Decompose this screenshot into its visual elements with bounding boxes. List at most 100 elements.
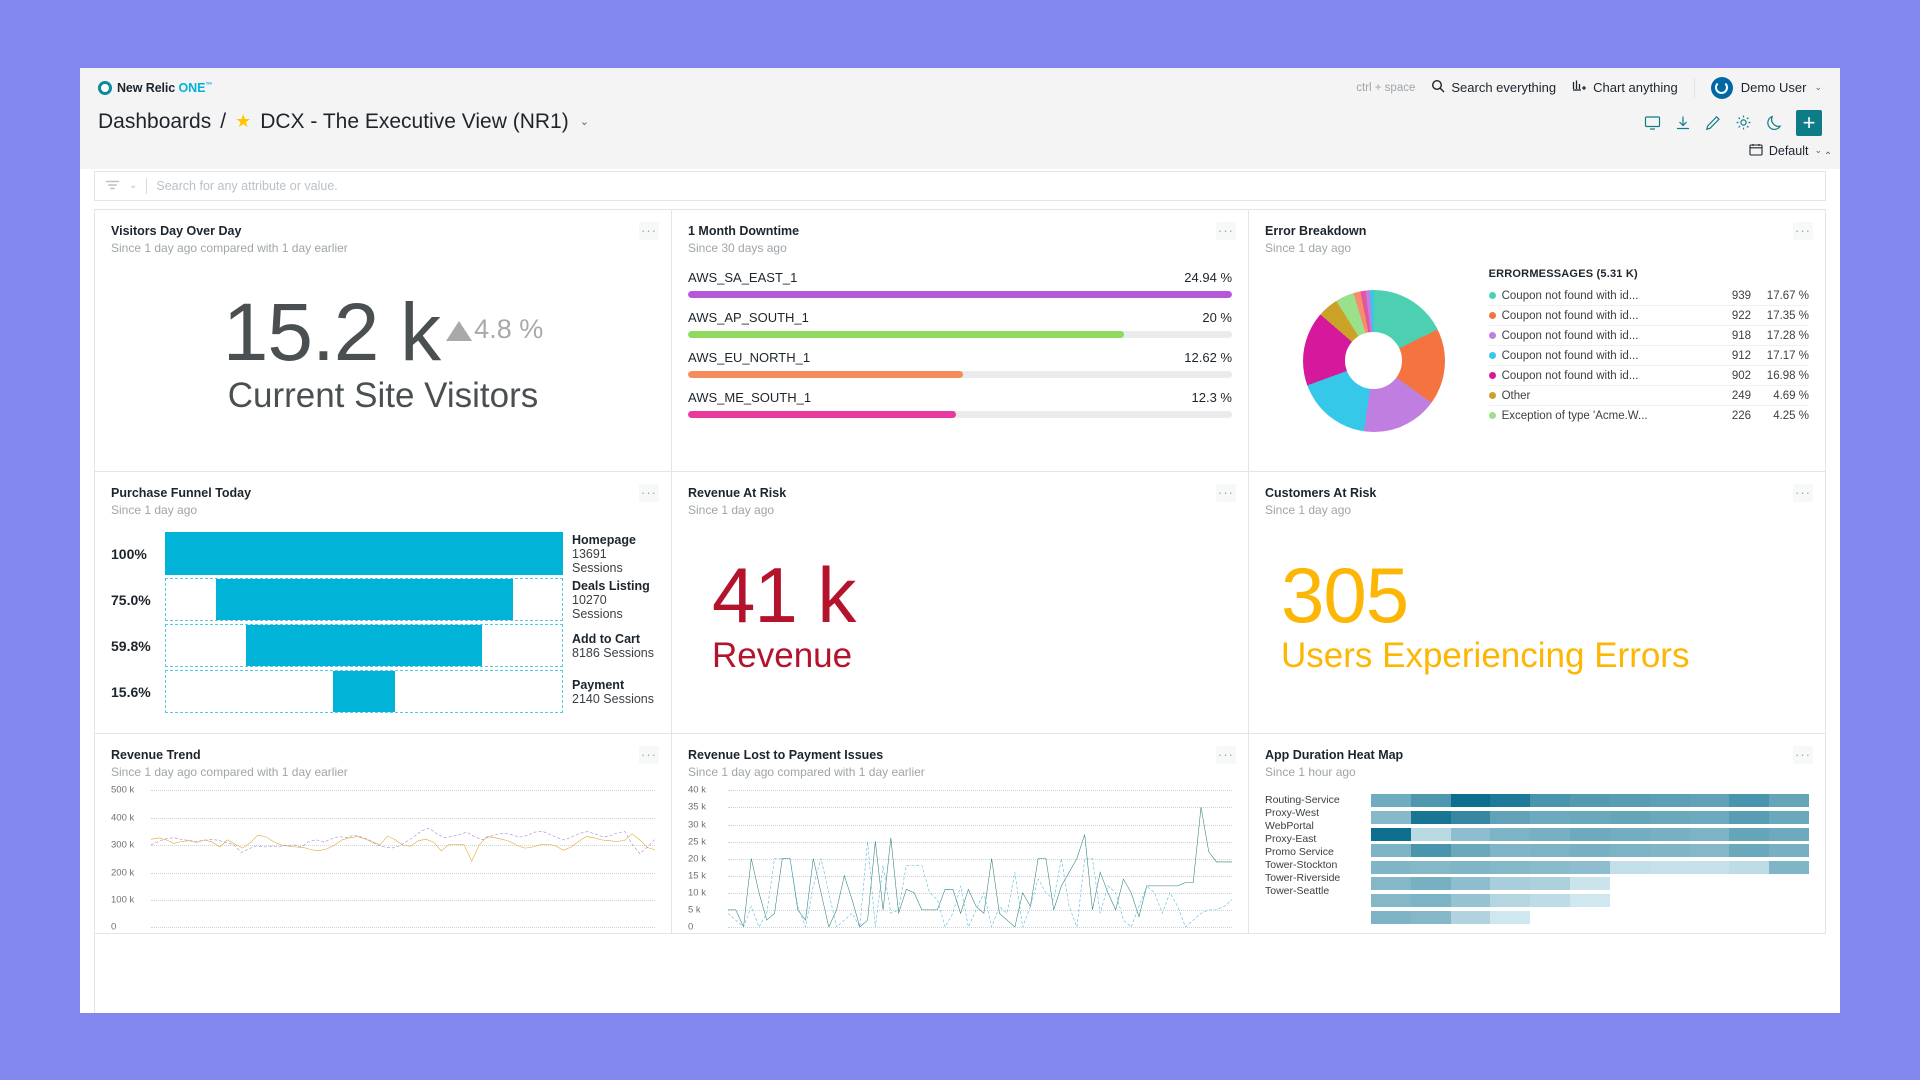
heatmap-cell[interactable] xyxy=(1450,894,1491,908)
widget-menu-button[interactable]: ··· xyxy=(1216,221,1236,240)
heatmap-cell[interactable] xyxy=(1530,827,1571,841)
heatmap-cell[interactable] xyxy=(1649,827,1690,841)
heatmap-cell[interactable] xyxy=(1410,827,1451,841)
heatmap-cell[interactable] xyxy=(1410,810,1451,824)
time-range-default-selector[interactable]: Default ⌄ xyxy=(1749,143,1822,159)
gear-settings-icon[interactable] xyxy=(1735,114,1752,131)
funnel-row[interactable]: 15.6% Payment 2140 Sessions xyxy=(111,670,655,714)
page-title[interactable]: DCX - The Executive View (NR1) xyxy=(260,110,569,134)
widget-menu-button[interactable]: ··· xyxy=(639,483,659,502)
heatmap-cell[interactable] xyxy=(1769,810,1809,824)
widget-menu-button[interactable]: ··· xyxy=(1793,745,1813,764)
heatmap-cell[interactable] xyxy=(1769,794,1809,808)
legend-row[interactable]: Coupon not found with id... 918 17.28 % xyxy=(1488,325,1809,345)
heatmap-cell[interactable] xyxy=(1690,894,1730,907)
collapse-header-button[interactable]: ⌃ xyxy=(1820,149,1836,165)
heatmap-cell[interactable] xyxy=(1610,877,1650,890)
heatmap-cell[interactable] xyxy=(1570,810,1610,824)
heatmap-cell[interactable] xyxy=(1530,810,1571,824)
heatmap-cell[interactable] xyxy=(1649,860,1690,874)
heatmap-cell[interactable] xyxy=(1769,894,1809,907)
downtime-bar-row[interactable]: AWS_ME_SOUTH_1 12.3 % xyxy=(688,390,1232,419)
heatmap-cell[interactable] xyxy=(1490,794,1531,808)
heatmap-cell[interactable] xyxy=(1490,877,1531,891)
heatmap-cell[interactable] xyxy=(1729,860,1770,874)
legend-row[interactable]: Coupon not found with id... 902 16.98 % xyxy=(1488,365,1809,385)
breadcrumb-dashboards-link[interactable]: Dashboards xyxy=(98,110,211,134)
heatmap-cell[interactable] xyxy=(1689,844,1730,858)
heatmap-cell[interactable] xyxy=(1689,827,1730,841)
funnel-row[interactable]: 100% Homepage 13691 Sessions xyxy=(111,532,655,576)
heatmap-cell[interactable] xyxy=(1450,810,1491,824)
filter-funnel-icon[interactable] xyxy=(105,179,120,192)
chart-anything-button[interactable]: Chart anything xyxy=(1572,79,1678,96)
heatmap-cell[interactable] xyxy=(1729,844,1770,858)
heatmap-cell[interactable] xyxy=(1690,911,1730,924)
donut-chart[interactable] xyxy=(1302,289,1445,432)
favorite-star-icon[interactable]: ★ xyxy=(235,111,251,132)
heatmap-cell[interactable] xyxy=(1769,911,1809,924)
heatmap-cell[interactable] xyxy=(1530,894,1571,908)
heatmap-cell[interactable] xyxy=(1371,910,1411,924)
heatmap-cell[interactable] xyxy=(1609,844,1650,858)
heatmap-cell[interactable] xyxy=(1729,827,1770,841)
heatmap-cell[interactable] xyxy=(1450,877,1491,891)
heatmap-cell[interactable] xyxy=(1530,911,1570,924)
new-relic-one-logo[interactable]: New Relic ONE™ xyxy=(98,80,212,95)
widget-menu-button[interactable]: ··· xyxy=(639,745,659,764)
heatmap-cell[interactable] xyxy=(1450,910,1491,924)
heatmap-cell[interactable] xyxy=(1410,860,1451,874)
heatmap-cell[interactable] xyxy=(1410,910,1451,924)
heatmap-cell[interactable] xyxy=(1570,827,1610,841)
edit-pencil-icon[interactable] xyxy=(1705,115,1721,131)
heatmap-cell[interactable] xyxy=(1570,860,1610,874)
funnel-row[interactable]: 59.8% Add to Cart 8186 Sessions xyxy=(111,624,655,668)
heatmap-cell[interactable] xyxy=(1450,794,1491,808)
heatmap-cell[interactable] xyxy=(1490,894,1531,908)
heatmap-cell[interactable] xyxy=(1570,794,1610,808)
legend-row[interactable]: Coupon not found with id... 939 17.67 % xyxy=(1488,286,1809,305)
line-chart-plot[interactable] xyxy=(151,790,655,929)
heatmap-cell[interactable] xyxy=(1729,911,1769,924)
downtime-bar-row[interactable]: AWS_SA_EAST_1 24.94 % xyxy=(688,270,1232,299)
heatmap-cell[interactable] xyxy=(1490,810,1531,824)
legend-row[interactable]: Exception of type 'Acme.W... 226 4.25 % xyxy=(1488,405,1809,425)
widget-menu-button[interactable]: ··· xyxy=(1793,221,1813,240)
heatmap-cell[interactable] xyxy=(1689,810,1730,824)
legend-row[interactable]: Coupon not found with id... 912 17.17 % xyxy=(1488,345,1809,365)
heatmap-cell[interactable] xyxy=(1371,794,1411,808)
heatmap-cell[interactable] xyxy=(1570,911,1610,924)
add-widget-button[interactable] xyxy=(1796,109,1822,136)
heatmap-cell[interactable] xyxy=(1371,860,1411,874)
heatmap-cell[interactable] xyxy=(1729,794,1770,808)
legend-row[interactable]: Other 249 4.69 % xyxy=(1488,385,1809,405)
heatmap-cell[interactable] xyxy=(1371,894,1411,908)
heatmap-cell[interactable] xyxy=(1410,877,1451,891)
heatmap-cell[interactable] xyxy=(1450,827,1491,841)
line-chart-plot[interactable] xyxy=(728,790,1232,929)
heatmap-cell[interactable] xyxy=(1570,894,1610,908)
heatmap-cell[interactable] xyxy=(1729,810,1770,824)
heatmap-cell[interactable] xyxy=(1570,877,1610,891)
heatmap-cell[interactable] xyxy=(1609,860,1650,874)
download-export-icon[interactable] xyxy=(1675,115,1691,131)
heatmap-cell[interactable] xyxy=(1610,911,1650,924)
widget-menu-button[interactable]: ··· xyxy=(639,221,659,240)
heatmap-cell[interactable] xyxy=(1530,844,1571,858)
heatmap-cell[interactable] xyxy=(1371,810,1411,824)
heatmap-cell[interactable] xyxy=(1769,827,1809,841)
heatmap-cell[interactable] xyxy=(1609,794,1650,808)
heatmap-cell[interactable] xyxy=(1650,877,1690,890)
heatmap-cell[interactable] xyxy=(1609,827,1650,841)
widget-menu-button[interactable]: ··· xyxy=(1793,483,1813,502)
heatmap-cell[interactable] xyxy=(1570,844,1610,858)
fullscreen-display-icon[interactable] xyxy=(1644,115,1661,131)
filter-dropdown-chevron-icon[interactable]: ⌄ xyxy=(129,180,137,191)
heatmap-cell[interactable] xyxy=(1649,794,1690,808)
chevron-down-icon[interactable]: ⌄ xyxy=(580,115,589,128)
heatmap-cell[interactable] xyxy=(1650,911,1690,924)
heatmap-cell[interactable] xyxy=(1769,860,1809,874)
search-input[interactable] xyxy=(156,178,1815,193)
heatmap-cell[interactable] xyxy=(1689,794,1730,808)
heatmap-cell[interactable] xyxy=(1371,844,1411,858)
